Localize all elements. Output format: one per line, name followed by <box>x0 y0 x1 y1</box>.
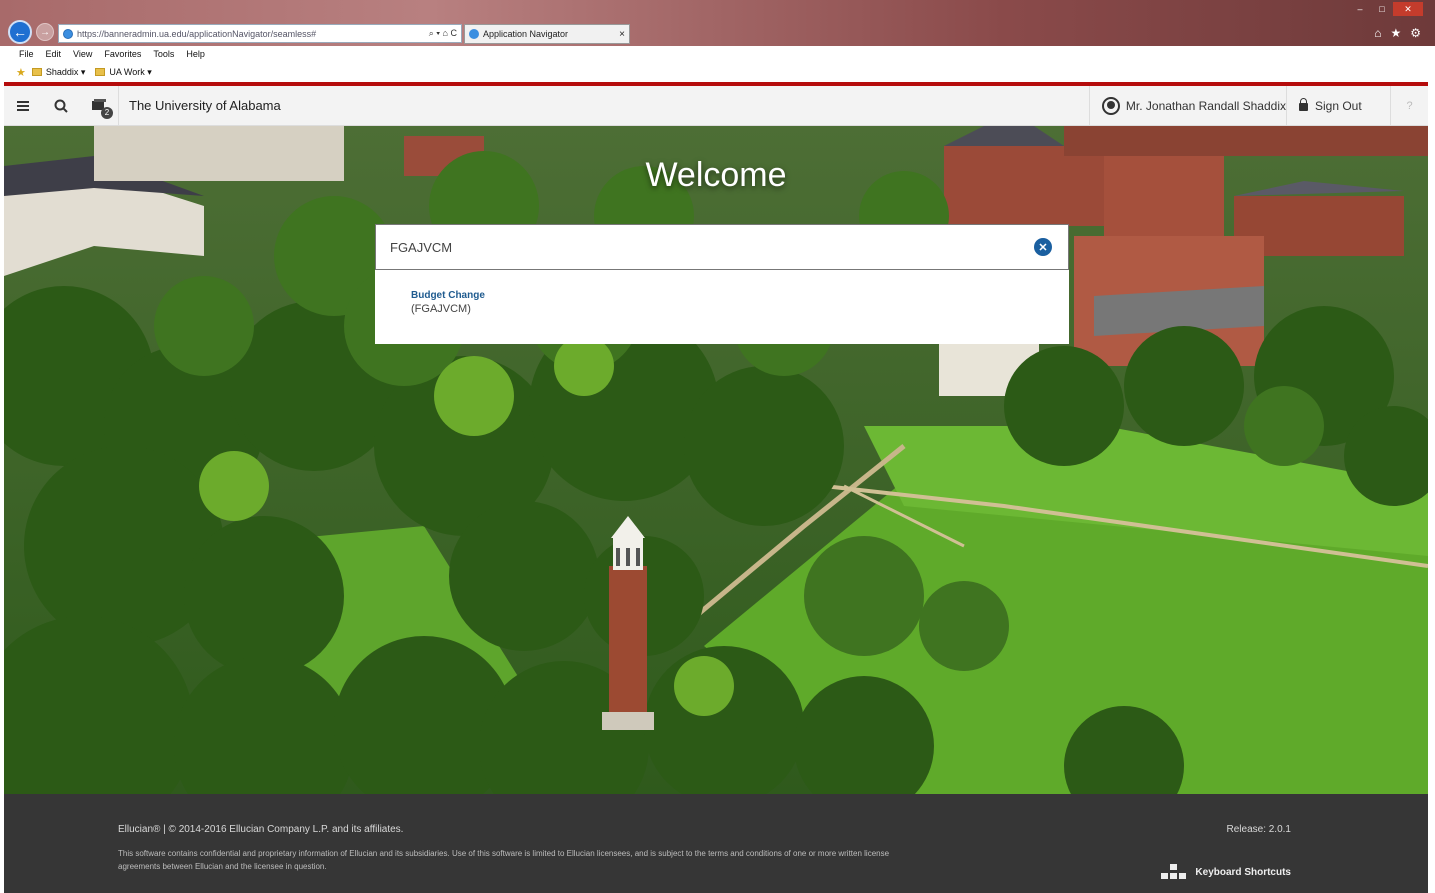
window-close-icon[interactable]: ✕ <box>1393 2 1423 16</box>
user-name: Mr. Jonathan Randall Shaddix <box>1125 99 1286 113</box>
keyboard-shortcuts-icon <box>1161 864 1187 880</box>
settings-gear-icon[interactable]: ⚙ <box>1410 26 1421 40</box>
home-icon[interactable]: ⌂ <box>1374 26 1381 40</box>
maximize-icon[interactable]: □ <box>1371 2 1393 16</box>
favorite-folder-shaddix[interactable]: Shaddix ▾ <box>31 66 86 78</box>
sign-out-button[interactable]: Sign Out <box>1286 86 1390 126</box>
favorite-label: UA Work ▾ <box>109 66 152 77</box>
tab-title: Application Navigator <box>483 29 569 39</box>
header-separator <box>118 85 119 126</box>
welcome-heading: Welcome <box>645 156 787 194</box>
menu-help[interactable]: Help <box>186 49 205 59</box>
copyright-text: Ellucian® | © 2014-2016 Ellucian Company… <box>118 824 404 835</box>
menu-hamburger-icon[interactable] <box>4 86 42 126</box>
search-result-item[interactable]: Budget Change (FGAJVCM) <box>411 290 1069 315</box>
browser-menubar: File Edit View Favorites Tools Help <box>0 46 1435 62</box>
address-url[interactable]: https://banneradmin.ua.edu/applicationNa… <box>77 29 409 39</box>
app-title: The University of Alabama <box>129 98 281 113</box>
window-controls: – □ ✕ <box>1349 2 1423 16</box>
search-input[interactable]: FGAJVCM <box>390 240 1034 255</box>
menu-tools[interactable]: Tools <box>153 49 174 59</box>
browser-titlebar: ← → https://banneradmin.ua.edu/applicati… <box>0 0 1435 46</box>
help-button[interactable]: ? <box>1390 86 1428 126</box>
welcome-hero: Welcome FGAJVCM ✕ Budget Change (FGAJVCM… <box>4 126 1428 794</box>
result-page-code: (FGAJVCM) <box>411 303 471 315</box>
favorite-folder-ua-work[interactable]: UA Work ▾ <box>95 66 152 78</box>
folder-icon <box>31 68 42 76</box>
favorites-bar: ★ Shaddix ▾ UA Work ▾ <box>0 62 1435 82</box>
favorite-label: Shaddix ▾ <box>45 66 86 77</box>
favorites-star-icon[interactable]: ★ <box>1390 26 1401 40</box>
favorites-star-icon[interactable]: ★ <box>16 66 26 79</box>
user-avatar-icon <box>1101 97 1120 115</box>
address-bar[interactable]: https://banneradmin.ua.edu/applicationNa… <box>58 24 462 43</box>
browser-tab[interactable]: Application Navigator × <box>464 24 630 44</box>
result-page-name[interactable]: Budget Change <box>411 290 1069 301</box>
footer: Ellucian® | © 2014-2016 Ellucian Company… <box>4 794 1428 893</box>
menu-file[interactable]: File <box>19 49 34 59</box>
site-favicon-icon <box>63 28 73 39</box>
back-icon[interactable]: ← <box>8 20 32 44</box>
app-header: 2 The University of Alabama Mr. Jonathan… <box>4 85 1428 126</box>
clear-search-icon[interactable]: ✕ <box>1034 238 1052 256</box>
address-bar-icons[interactable]: ⌕ ▾ ⌂ C <box>409 28 461 39</box>
search-results: Budget Change (FGAJVCM) <box>375 270 1069 344</box>
minimize-icon[interactable]: – <box>1349 2 1371 16</box>
keyboard-shortcuts-link[interactable]: Keyboard Shortcuts <box>1161 864 1291 880</box>
menu-edit[interactable]: Edit <box>46 49 62 59</box>
release-version: Release: 2.0.1 <box>1226 824 1292 835</box>
menu-favorites[interactable]: Favorites <box>104 49 141 59</box>
tab-close-icon[interactable]: × <box>615 29 629 40</box>
recent-items-badge: 2 <box>101 106 113 119</box>
keyboard-shortcuts-label: Keyboard Shortcuts <box>1195 866 1291 878</box>
browser-tools: ⌂ ★ ⚙ <box>1374 26 1421 40</box>
menu-view[interactable]: View <box>73 49 92 59</box>
forward-icon[interactable]: → <box>36 23 54 41</box>
user-profile[interactable]: Mr. Jonathan Randall Shaddix <box>1088 86 1286 126</box>
tab-favicon-icon <box>469 29 479 39</box>
lock-icon <box>1299 98 1308 111</box>
folder-icon <box>95 68 106 76</box>
legal-notice: This software contains confidential and … <box>118 849 890 871</box>
search-box[interactable]: FGAJVCM ✕ <box>375 224 1069 270</box>
sign-out-label: Sign Out <box>1315 99 1362 113</box>
search-icon[interactable] <box>42 86 80 126</box>
recent-items-button[interactable]: 2 <box>80 86 118 126</box>
